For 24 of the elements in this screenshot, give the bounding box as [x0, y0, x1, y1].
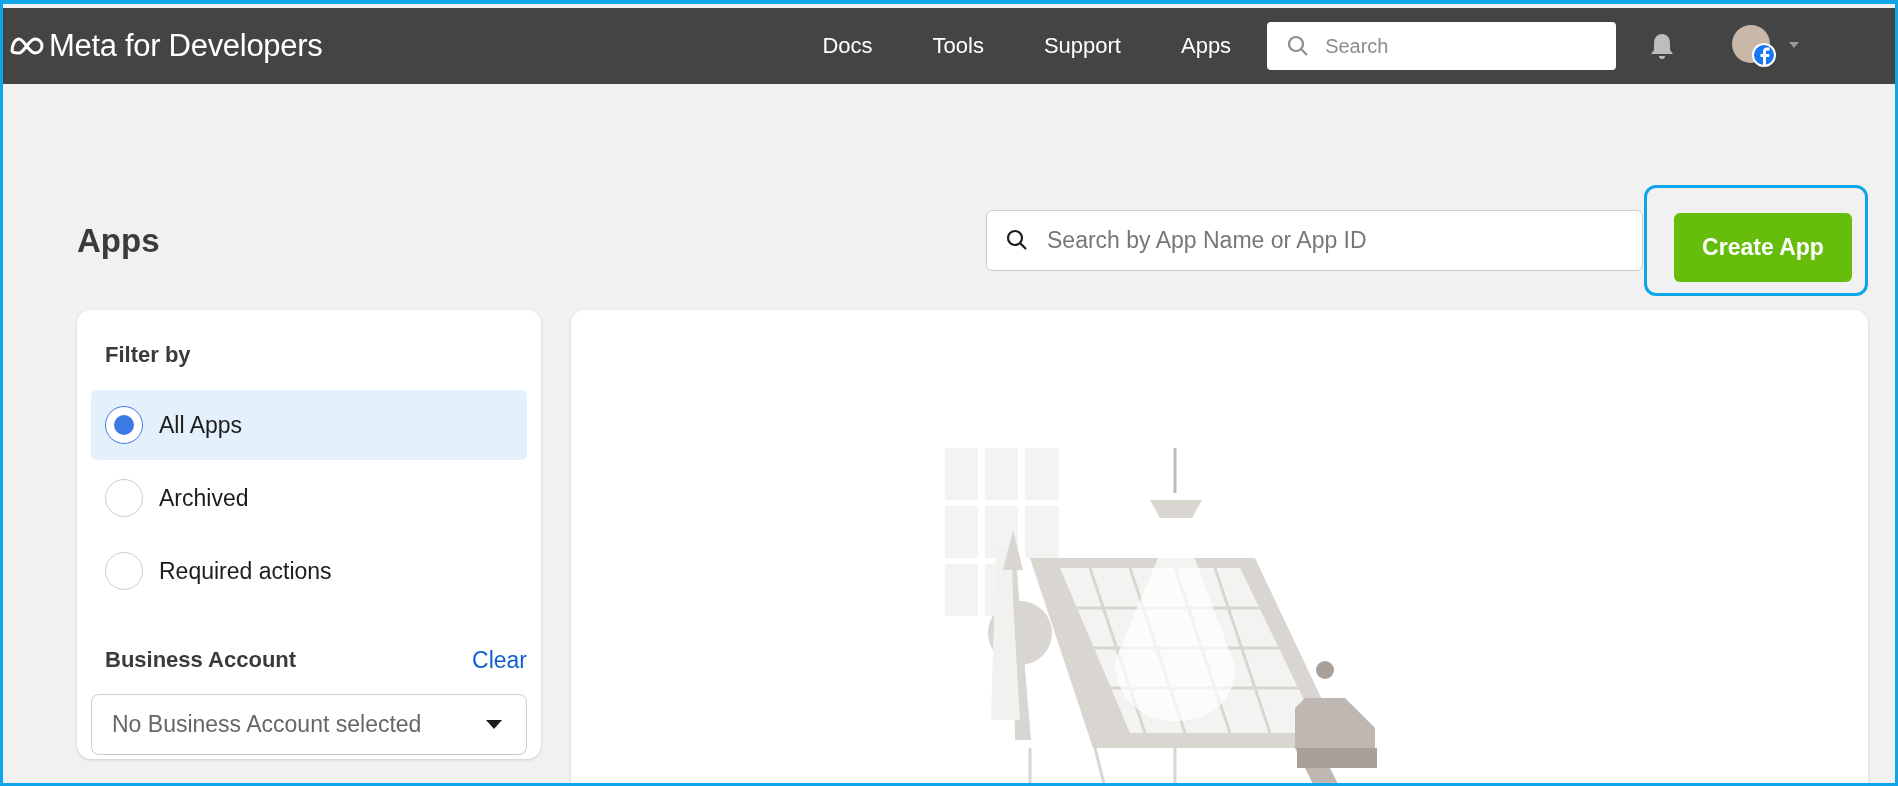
radio-button[interactable]	[105, 479, 143, 517]
nav-link[interactable]: Docs	[822, 33, 903, 59]
filter-option[interactable]: All Apps	[91, 390, 527, 460]
radio-button[interactable]	[105, 552, 143, 590]
section-label: Business Account	[105, 647, 297, 673]
page-title: Apps	[77, 221, 161, 260]
search-field[interactable]: Search	[1267, 22, 1617, 70]
clear-link[interactable]: Clear	[472, 646, 527, 674]
nav-link[interactable]: Apps	[1150, 33, 1262, 59]
caret-icon	[486, 719, 502, 730]
filter-title: Filter by	[104, 342, 192, 369]
search-icon	[1287, 35, 1310, 57]
search-icon	[1006, 229, 1028, 251]
filter-option[interactable]: Required actions	[91, 536, 527, 606]
nav-link[interactable]: Support	[1013, 33, 1151, 59]
avatar[interactable]	[1731, 24, 1778, 68]
meta-logo-icon	[9, 35, 45, 57]
filter-option[interactable]: Archived	[91, 463, 527, 533]
radio-button[interactable]	[105, 406, 143, 444]
app-search-field[interactable]: Search by App Name or App ID	[986, 210, 1643, 271]
nav-link[interactable]: Tools	[902, 33, 1014, 59]
bell-icon[interactable]	[1649, 32, 1676, 60]
business-account-dropdown[interactable]: No Business Account selected	[91, 694, 527, 755]
caret-icon[interactable]	[1789, 42, 1800, 50]
